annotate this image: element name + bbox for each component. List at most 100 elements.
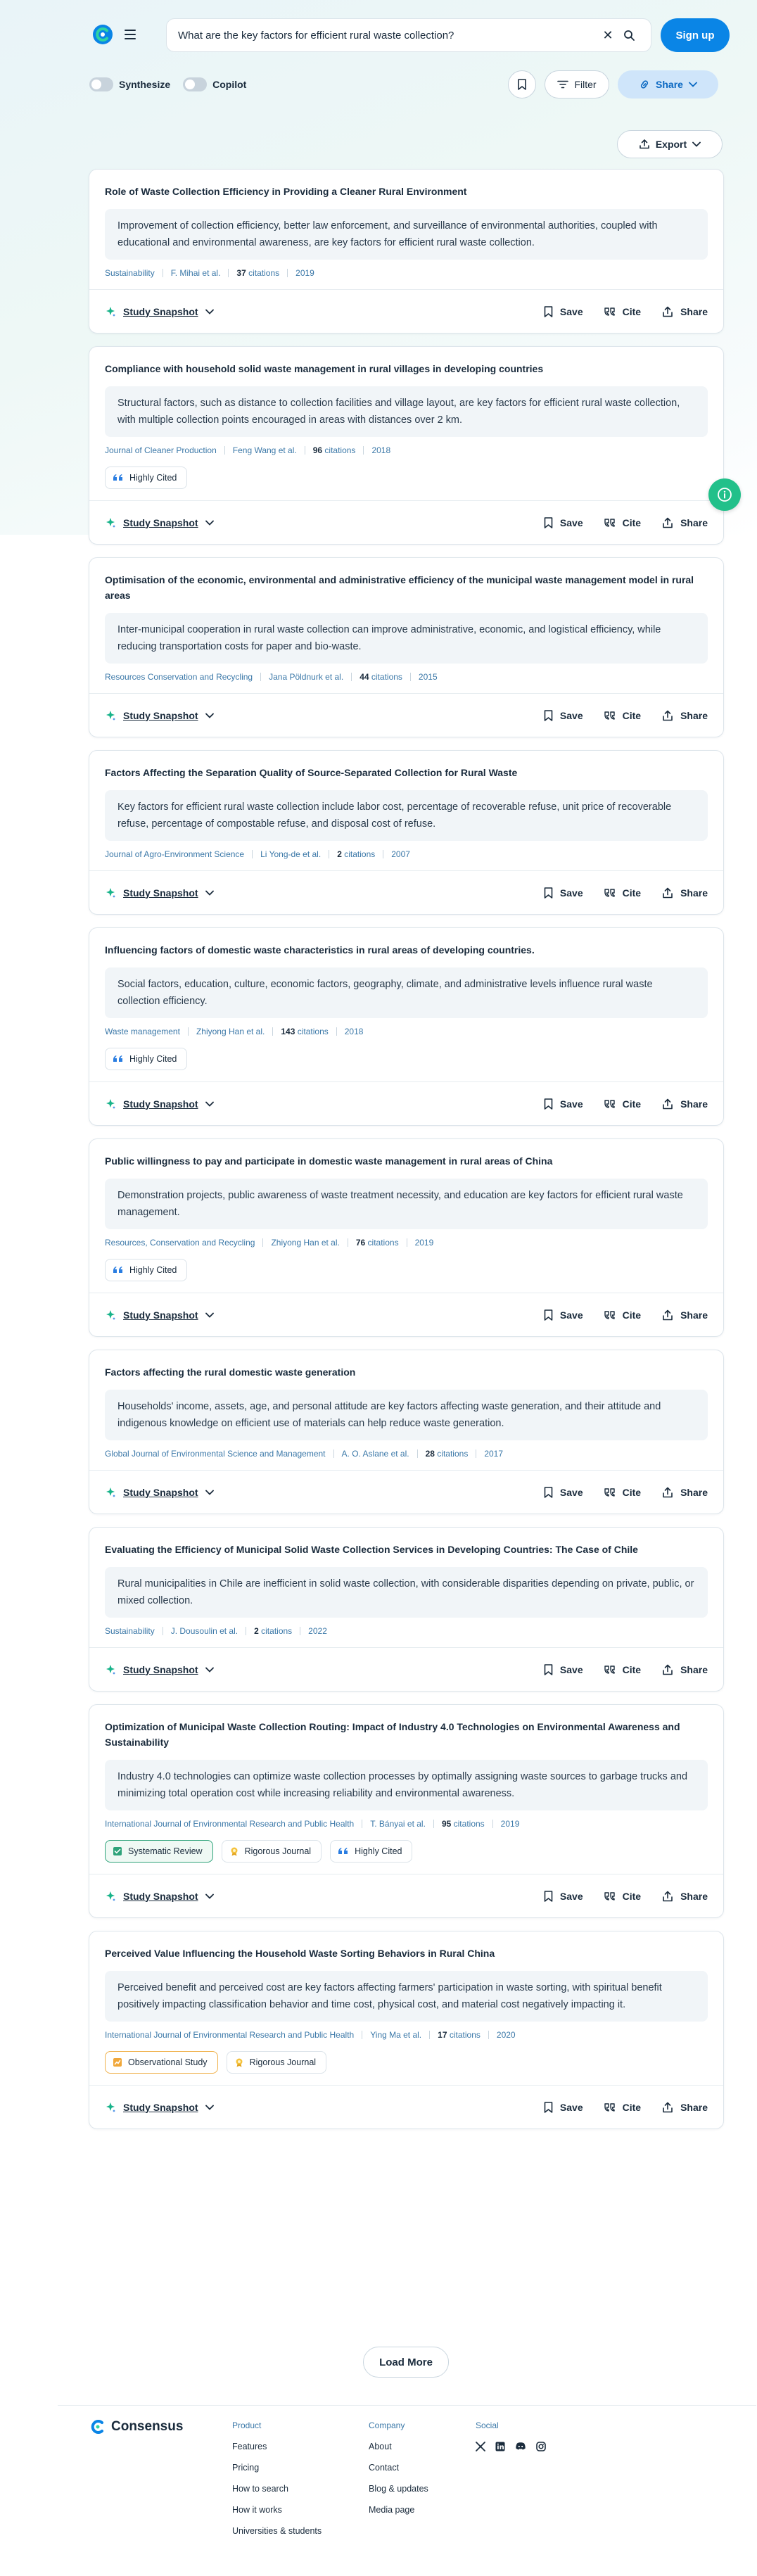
journal-name[interactable]: International Journal of Environmental R… xyxy=(105,1819,354,1829)
study-snapshot-toggle[interactable]: Study Snapshot xyxy=(105,1098,214,1110)
journal-name[interactable]: Global Journal of Environmental Science … xyxy=(105,1449,326,1459)
share-button[interactable]: Share xyxy=(662,1309,708,1321)
study-snapshot-toggle[interactable]: Study Snapshot xyxy=(105,1664,214,1675)
share-button[interactable]: Share xyxy=(662,306,708,317)
paper-title[interactable]: Public willingness to pay and participat… xyxy=(105,1153,708,1169)
badge-rigorous[interactable]: Rigorous Journal xyxy=(226,2051,327,2074)
consensus-logo-icon[interactable] xyxy=(92,24,113,45)
cite-button[interactable]: Cite xyxy=(604,887,641,899)
footer-link-pricing[interactable]: Pricing xyxy=(232,2463,322,2473)
study-snapshot-toggle[interactable]: Study Snapshot xyxy=(105,306,214,317)
footer-link-universities[interactable]: Universities & students xyxy=(232,2526,322,2536)
save-button[interactable]: Save xyxy=(544,2102,583,2113)
badge-cited[interactable]: Highly Cited xyxy=(105,467,188,489)
share-button[interactable]: Share xyxy=(662,710,708,721)
journal-name[interactable]: Journal of Agro-Environment Science xyxy=(105,849,244,859)
footer-link-how-it-works[interactable]: How it works xyxy=(232,2505,322,2515)
footer-link-blog[interactable]: Blog & updates xyxy=(369,2484,428,2494)
signup-button[interactable]: Sign up xyxy=(661,18,730,52)
save-button[interactable]: Save xyxy=(544,306,583,317)
bookmark-button[interactable] xyxy=(508,70,536,99)
paper-title[interactable]: Factors affecting the rural domestic was… xyxy=(105,1364,708,1380)
share-button[interactable]: Share xyxy=(662,1098,708,1110)
cite-button[interactable]: Cite xyxy=(604,517,641,528)
linkedin-icon[interactable] xyxy=(495,2442,505,2451)
x-icon[interactable] xyxy=(476,2442,485,2451)
share-button[interactable]: Share xyxy=(662,1664,708,1675)
cite-button[interactable]: Cite xyxy=(604,1487,641,1498)
instagram-icon[interactable] xyxy=(536,2442,546,2451)
badge-rigorous[interactable]: Rigorous Journal xyxy=(221,1840,322,1863)
badge-cited[interactable]: Highly Cited xyxy=(105,1048,188,1070)
footer-link-about[interactable]: About xyxy=(369,2442,428,2451)
journal-name[interactable]: Resources Conservation and Recycling xyxy=(105,672,253,682)
badge-review[interactable]: Systematic Review xyxy=(105,1840,213,1863)
save-button[interactable]: Save xyxy=(544,887,583,899)
journal-name[interactable]: Resources, Conservation and Recycling xyxy=(105,1238,255,1248)
study-snapshot-toggle[interactable]: Study Snapshot xyxy=(105,1891,214,1902)
paper-title[interactable]: Compliance with household solid waste ma… xyxy=(105,361,708,376)
search-icon[interactable] xyxy=(618,30,640,41)
footer-link-features[interactable]: Features xyxy=(232,2442,322,2451)
save-button[interactable]: Save xyxy=(544,710,583,721)
synthesize-toggle[interactable]: Synthesize xyxy=(89,77,170,91)
save-button[interactable]: Save xyxy=(544,1487,583,1498)
study-snapshot-toggle[interactable]: Study Snapshot xyxy=(105,1487,214,1498)
paper-title[interactable]: Optimization of Municipal Waste Collecti… xyxy=(105,1719,708,1750)
footer-logo[interactable]: Consensus xyxy=(90,2419,183,2435)
paper-title[interactable]: Factors Affecting the Separation Quality… xyxy=(105,765,708,780)
share-button[interactable]: Share xyxy=(662,887,708,899)
paper-title[interactable]: Perceived Value Influencing the Househol… xyxy=(105,1946,708,1961)
save-button[interactable]: Save xyxy=(544,1309,583,1321)
paper-title[interactable]: Role of Waste Collection Efficiency in P… xyxy=(105,184,708,199)
study-snapshot-toggle[interactable]: Study Snapshot xyxy=(105,710,214,721)
synthesize-switch[interactable] xyxy=(89,77,113,91)
help-button[interactable] xyxy=(708,478,741,511)
cite-button[interactable]: Cite xyxy=(604,1309,641,1321)
filter-button[interactable]: Filter xyxy=(545,70,609,99)
cite-button[interactable]: Cite xyxy=(604,710,641,721)
footer-link-media[interactable]: Media page xyxy=(369,2505,428,2515)
cite-button[interactable]: Cite xyxy=(604,306,641,317)
save-button[interactable]: Save xyxy=(544,1098,583,1110)
footer-link-contact[interactable]: Contact xyxy=(369,2463,428,2473)
search-input[interactable]: What are the key factors for efficient r… xyxy=(178,30,597,42)
clear-search-icon[interactable]: ✕ xyxy=(597,28,618,43)
cite-button[interactable]: Cite xyxy=(604,1664,641,1675)
journal-name[interactable]: Sustainability xyxy=(105,1626,155,1636)
share-button[interactable]: Share xyxy=(662,1891,708,1902)
paper-title[interactable]: Influencing factors of domestic waste ch… xyxy=(105,942,708,958)
badge-cited[interactable]: Highly Cited xyxy=(330,1840,413,1863)
journal-name[interactable]: Waste management xyxy=(105,1027,180,1036)
save-button[interactable]: Save xyxy=(544,1664,583,1675)
journal-name[interactable]: Journal of Cleaner Production xyxy=(105,445,217,455)
save-button[interactable]: Save xyxy=(544,1891,583,1902)
export-button[interactable]: Export xyxy=(617,130,723,158)
paper-title[interactable]: Optimisation of the economic, environmen… xyxy=(105,572,708,603)
copilot-toggle[interactable]: Copilot xyxy=(183,77,246,91)
paper-title[interactable]: Evaluating the Efficiency of Municipal S… xyxy=(105,1542,708,1557)
load-more-button[interactable]: Load More xyxy=(363,2347,449,2378)
badge-observational[interactable]: Observational Study xyxy=(105,2051,218,2074)
study-snapshot-toggle[interactable]: Study Snapshot xyxy=(105,2102,214,2113)
study-snapshot-toggle[interactable]: Study Snapshot xyxy=(105,517,214,528)
card-actions: Save Cite Share xyxy=(544,1309,708,1321)
discord-icon[interactable] xyxy=(515,2442,526,2451)
share-button[interactable]: Share xyxy=(618,70,718,99)
share-button[interactable]: Share xyxy=(662,517,708,528)
journal-name[interactable]: International Journal of Environmental R… xyxy=(105,2030,354,2040)
study-snapshot-toggle[interactable]: Study Snapshot xyxy=(105,1309,214,1321)
save-button[interactable]: Save xyxy=(544,517,583,528)
journal-name[interactable]: Sustainability xyxy=(105,268,155,278)
badge-cited[interactable]: Highly Cited xyxy=(105,1259,188,1281)
share-button[interactable]: Share xyxy=(662,1487,708,1498)
cite-button[interactable]: Cite xyxy=(604,1098,641,1110)
share-button[interactable]: Share xyxy=(662,2102,708,2113)
copilot-switch[interactable] xyxy=(183,77,208,91)
search-bar[interactable]: What are the key factors for efficient r… xyxy=(166,18,651,52)
hamburger-menu-icon[interactable] xyxy=(121,25,139,44)
cite-button[interactable]: Cite xyxy=(604,2102,641,2113)
study-snapshot-toggle[interactable]: Study Snapshot xyxy=(105,887,214,899)
cite-button[interactable]: Cite xyxy=(604,1891,641,1902)
footer-link-how-to-search[interactable]: How to search xyxy=(232,2484,322,2494)
